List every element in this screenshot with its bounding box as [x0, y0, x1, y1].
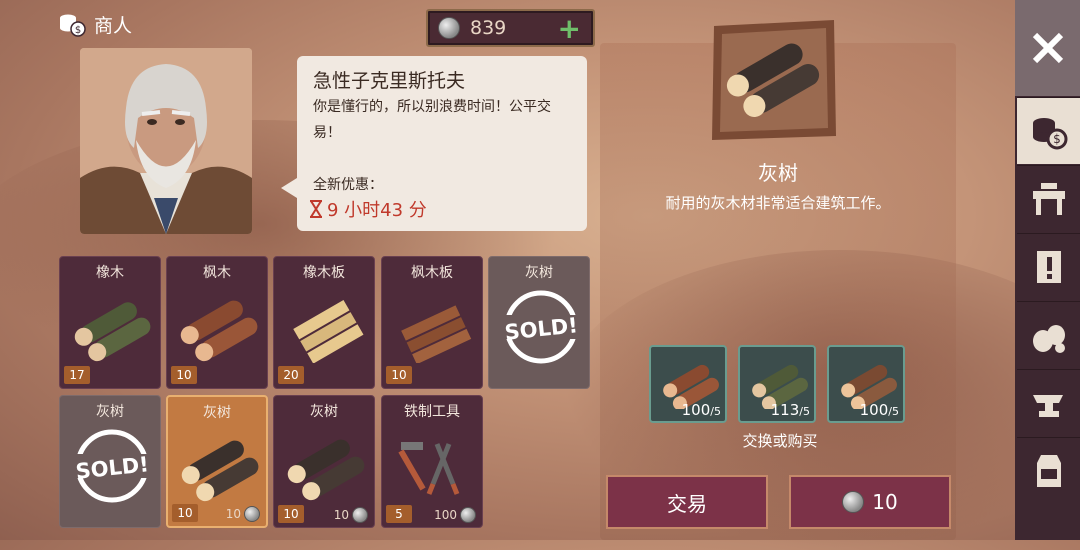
tab-resources[interactable]: [1017, 301, 1080, 368]
maple-log-icon: [180, 300, 258, 362]
maple-plank-icon: [401, 305, 472, 363]
quest-icon: [1036, 251, 1061, 283]
coin-icon: [438, 17, 460, 39]
sold-stamp-icon: SOLD!: [503, 290, 579, 364]
shop-slot[interactable]: 枫木 10: [166, 256, 268, 389]
tab-merchant[interactable]: $: [1017, 97, 1080, 164]
backpack-icon: [1036, 455, 1061, 487]
shop-slot-selected[interactable]: 灰树 10 10: [166, 395, 268, 528]
oak-plank-icon: [293, 300, 364, 363]
requirement-amount: 100/5: [859, 401, 899, 419]
requirement-slot[interactable]: 113/5: [738, 345, 816, 423]
oak-log-icon: [74, 302, 151, 362]
close-button[interactable]: [1015, 0, 1080, 96]
svg-text:$: $: [1053, 132, 1061, 146]
hourglass-icon: [310, 200, 322, 218]
slot-title: 橡木: [96, 265, 124, 281]
slot-quantity: 10: [172, 504, 198, 522]
merchant-portrait: [80, 48, 252, 234]
coins-icon: $: [60, 14, 86, 37]
price-value: 10: [225, 507, 241, 521]
coin-icon: [842, 491, 865, 513]
anvil-icon: [1032, 395, 1063, 417]
price-value: 10: [333, 508, 349, 522]
slot-title: 枫木板: [411, 265, 453, 281]
iron-tools-icon: [398, 442, 460, 495]
shop-slot-sold: 灰树 SOLD!: [59, 395, 161, 528]
requirement-slot[interactable]: 100/5: [827, 345, 905, 423]
coin-icon: [352, 507, 368, 523]
svg-text:$: $: [75, 25, 81, 36]
slot-quantity: 10: [278, 505, 304, 523]
slot-title: 灰树: [96, 404, 124, 420]
sacks-icon: [1032, 325, 1065, 353]
currency-display: 839 +: [426, 9, 595, 47]
requirement-need: 5: [714, 405, 721, 418]
requirement-have: 113: [770, 401, 800, 419]
trade-button[interactable]: 交易: [606, 475, 768, 529]
ash-log-large-icon: [712, 20, 836, 140]
buy-price: 10: [872, 490, 898, 514]
trade-button-label: 交易: [667, 491, 707, 516]
slot-quantity: 20: [278, 366, 304, 384]
shop-slot[interactable]: 灰树 10 10: [273, 395, 375, 528]
slot-price: 100: [434, 507, 476, 523]
merchant-name: 急性子克里斯托夫: [313, 70, 466, 92]
exchange-label: 交换或购买: [742, 432, 818, 450]
requirement-have: 100: [681, 401, 711, 419]
ash-log-icon: [287, 439, 365, 501]
tab-forge[interactable]: [1017, 369, 1080, 436]
slot-title: 枫木: [203, 265, 231, 281]
tab-inventory[interactable]: [1017, 437, 1080, 504]
requirement-need: 5: [803, 405, 810, 418]
merchant-dialogue: 急性子克里斯托夫 你是懂行的，所以别浪费时间！公平交易！ 全新优惠： 9 小时4…: [281, 56, 587, 231]
merchant-avatar: [80, 48, 252, 234]
shop-slot[interactable]: 枫木板 10: [381, 256, 483, 389]
sold-stamp-icon: SOLD!: [74, 429, 150, 503]
slot-price: 10: [334, 507, 368, 523]
slot-title: 橡木板: [303, 265, 345, 281]
buy-button[interactable]: 10: [789, 475, 951, 529]
tab-workbench[interactable]: [1017, 165, 1080, 232]
screen-header: $ 商人: [58, 10, 132, 38]
requirement-slot[interactable]: 100/5: [649, 345, 727, 423]
timer-text: 9 小时43 分: [327, 200, 427, 221]
ash-log-icon: [181, 440, 259, 502]
shop-slot-sold: 灰树 SOLD!: [488, 256, 590, 389]
offer-label: 全新优惠：: [313, 177, 383, 193]
shop-slot[interactable]: 橡木 17: [59, 256, 161, 389]
close-icon: [1032, 32, 1063, 64]
slot-quantity: 10: [171, 366, 197, 384]
tab-quests[interactable]: [1017, 233, 1080, 300]
currency-amount: 839: [470, 17, 507, 39]
requirement-amount: 113/5: [770, 401, 810, 419]
screen-title: 商人: [94, 14, 133, 37]
slot-quantity: 17: [64, 366, 90, 384]
item-name: 灰树: [758, 161, 798, 185]
coin-icon: [460, 507, 476, 523]
slot-quantity: 10: [386, 366, 412, 384]
merchant-message: 你是懂行的，所以别浪费时间！公平交易！: [313, 99, 551, 141]
slot-price: 10: [226, 506, 260, 522]
coin-icon: [244, 506, 260, 522]
price-value: 100: [434, 508, 457, 522]
slot-title: 灰树: [203, 405, 231, 421]
slot-title: 灰树: [310, 404, 338, 420]
item-description: 耐用的灰木材非常适合建筑工作。: [665, 194, 891, 212]
offer-timer: 9 小时43 分: [309, 196, 427, 222]
workbench-icon: [1032, 183, 1065, 215]
requirement-amount: 100/5: [681, 401, 721, 419]
coins-icon: $: [1032, 118, 1067, 150]
slot-title: 铁制工具: [404, 404, 460, 420]
shop-slot[interactable]: 铁制工具 5 100: [381, 395, 483, 528]
requirement-have: 100: [859, 401, 889, 419]
shop-slot[interactable]: 橡木板 20: [273, 256, 375, 389]
add-currency-button[interactable]: +: [558, 12, 581, 45]
slot-quantity: 5: [386, 505, 412, 523]
slot-title: 灰树: [525, 265, 553, 281]
requirement-need: 5: [892, 405, 899, 418]
